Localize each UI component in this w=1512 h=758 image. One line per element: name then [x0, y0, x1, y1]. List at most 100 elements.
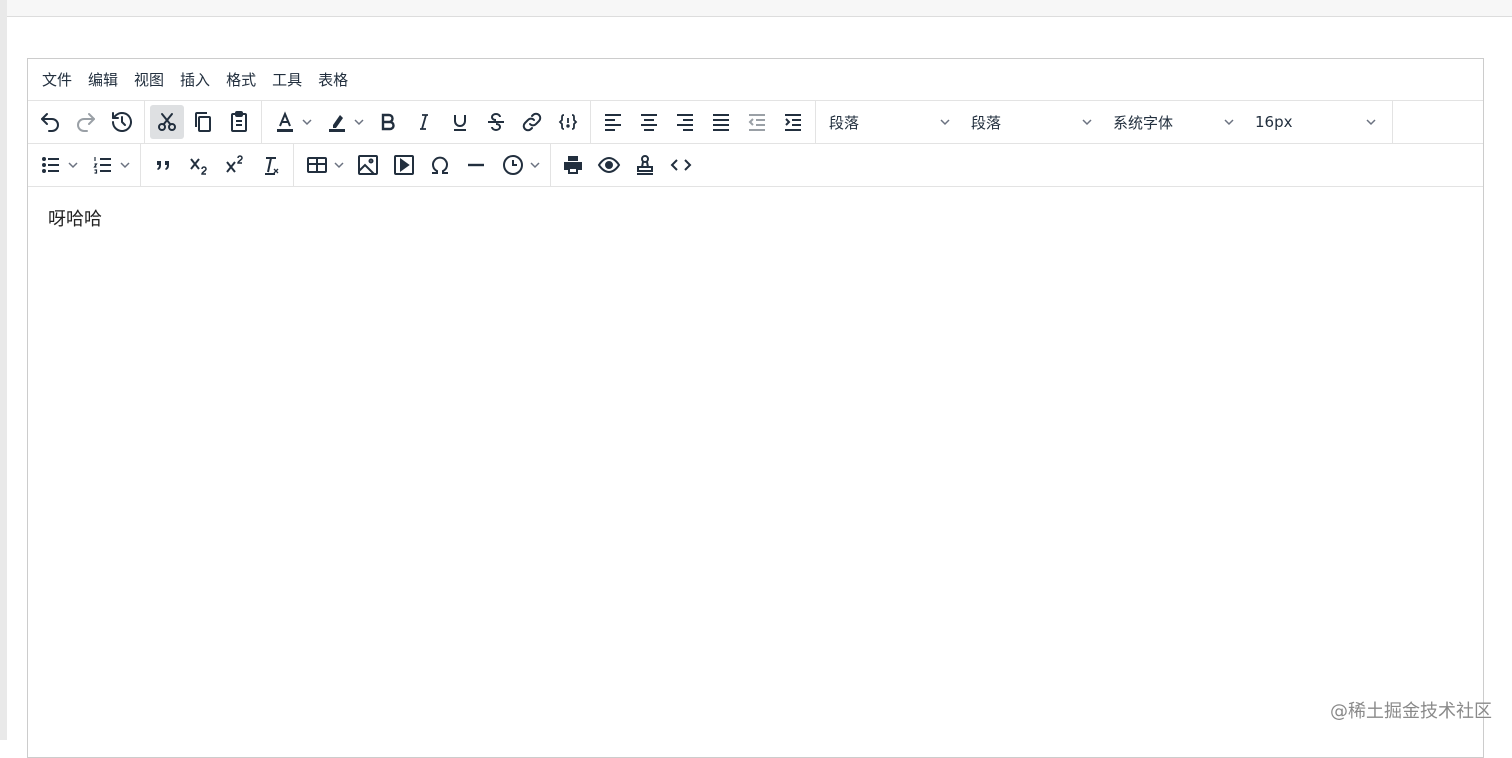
font-size-select[interactable]: 16px	[1247, 105, 1387, 139]
align-center-icon	[641, 114, 657, 131]
editor-content[interactable]: 呀哈哈	[28, 187, 1483, 249]
toolbar-group-lists	[28, 143, 141, 187]
toolbar-group-view	[551, 144, 703, 187]
strikethrough-button[interactable]	[479, 105, 513, 139]
toolbar-row-1: 段落 段落 系统字体 16px	[28, 100, 1483, 144]
highlight-color-button[interactable]	[319, 105, 369, 139]
blockquote-button[interactable]	[146, 148, 180, 182]
chevron-down-icon	[1224, 119, 1234, 126]
menu-view[interactable]: 视图	[126, 65, 172, 95]
undo-icon	[41, 113, 59, 132]
preview-button[interactable]	[592, 148, 626, 182]
menu-insert[interactable]: 插入	[172, 65, 218, 95]
chevron-down-icon	[1082, 119, 1092, 126]
font-size-label: 16px	[1255, 113, 1293, 131]
horizontal-rule-icon	[468, 163, 484, 167]
subscript-button[interactable]	[182, 148, 216, 182]
toolbar-group-text-misc	[141, 143, 294, 187]
bold-icon	[381, 113, 395, 131]
toolbar-row-2	[28, 143, 1483, 187]
chevron-down-icon	[302, 119, 312, 126]
menu-table[interactable]: 表格	[310, 65, 356, 95]
remove-format-icon	[265, 157, 279, 175]
stamp-button[interactable]	[628, 148, 662, 182]
chevron-down-icon	[334, 162, 344, 169]
chevron-down-icon	[120, 162, 130, 169]
stamp-icon	[637, 155, 653, 175]
block-format-label: 段落	[829, 113, 860, 132]
paste-icon	[231, 111, 247, 132]
indent-icon	[785, 114, 801, 131]
image-icon	[358, 155, 378, 175]
code-view-icon	[670, 159, 692, 171]
code-sample-icon	[558, 114, 578, 130]
chevron-down-icon	[68, 162, 78, 169]
align-left-button[interactable]	[596, 105, 630, 139]
underline-button[interactable]	[443, 105, 477, 139]
datetime-button[interactable]	[495, 148, 545, 182]
toolbar-group-formatting	[262, 100, 591, 144]
link-button[interactable]	[515, 105, 549, 139]
code-sample-button[interactable]	[551, 105, 585, 139]
history-button[interactable]	[105, 105, 139, 139]
strikethrough-icon	[488, 113, 504, 131]
highlight-icon	[329, 115, 345, 132]
toolbar-group-clipboard	[145, 100, 262, 144]
menu-format[interactable]: 格式	[218, 65, 264, 95]
preview-icon	[597, 156, 621, 174]
table-button[interactable]	[299, 148, 349, 182]
justify-icon	[713, 114, 729, 131]
indent-button[interactable]	[776, 105, 810, 139]
top-strip	[7, 0, 1512, 17]
print-icon	[564, 156, 582, 174]
italic-button[interactable]	[407, 105, 441, 139]
chevron-down-icon	[1366, 119, 1376, 126]
paste-button[interactable]	[222, 105, 256, 139]
chevron-down-icon	[530, 162, 540, 169]
align-right-icon	[677, 114, 693, 131]
cut-button[interactable]	[150, 105, 184, 139]
code-view-button[interactable]	[664, 148, 698, 182]
history-icon	[112, 112, 132, 132]
bullet-list-button[interactable]	[33, 148, 83, 182]
align-center-button[interactable]	[632, 105, 666, 139]
special-char-icon	[432, 156, 448, 174]
justify-button[interactable]	[704, 105, 738, 139]
toolbar-group-history	[28, 100, 145, 144]
chevron-down-icon	[940, 119, 950, 126]
menu-tools[interactable]: 工具	[264, 65, 310, 95]
block-format-select[interactable]: 段落	[821, 105, 961, 139]
remove-format-button[interactable]	[254, 148, 288, 182]
media-button[interactable]	[387, 148, 421, 182]
print-button[interactable]	[556, 148, 590, 182]
align-right-button[interactable]	[668, 105, 702, 139]
superscript-button[interactable]	[218, 148, 252, 182]
outdent-button[interactable]	[740, 105, 774, 139]
numbered-list-button[interactable]	[85, 148, 135, 182]
copy-button[interactable]	[186, 105, 220, 139]
redo-button[interactable]	[69, 105, 103, 139]
text-color-icon	[277, 111, 293, 132]
menu-edit[interactable]: 编辑	[80, 65, 126, 95]
menu-file[interactable]: 文件	[34, 65, 80, 95]
watermark: @稀土掘金技术社区	[1330, 701, 1492, 722]
cut-icon	[158, 113, 176, 131]
undo-button[interactable]	[33, 105, 67, 139]
paragraph-style-label: 段落	[971, 113, 1002, 132]
text-color-button[interactable]	[267, 105, 317, 139]
image-button[interactable]	[351, 148, 385, 182]
font-family-select[interactable]: 系统字体	[1105, 105, 1245, 139]
horizontal-rule-button[interactable]	[459, 148, 493, 182]
numbered-list-icon	[93, 157, 111, 174]
font-family-label: 系统字体	[1113, 113, 1174, 132]
link-icon	[522, 112, 542, 132]
subscript-icon	[190, 158, 207, 175]
datetime-icon	[503, 155, 523, 175]
paragraph-style-select[interactable]: 段落	[963, 105, 1103, 139]
superscript-icon	[226, 155, 243, 173]
menubar: 文件 编辑 视图 插入 格式 工具 表格	[28, 59, 1483, 101]
bold-button[interactable]	[371, 105, 405, 139]
copy-icon	[195, 112, 211, 132]
content-paragraph[interactable]: 呀哈哈	[48, 205, 1463, 231]
special-char-button[interactable]	[423, 148, 457, 182]
